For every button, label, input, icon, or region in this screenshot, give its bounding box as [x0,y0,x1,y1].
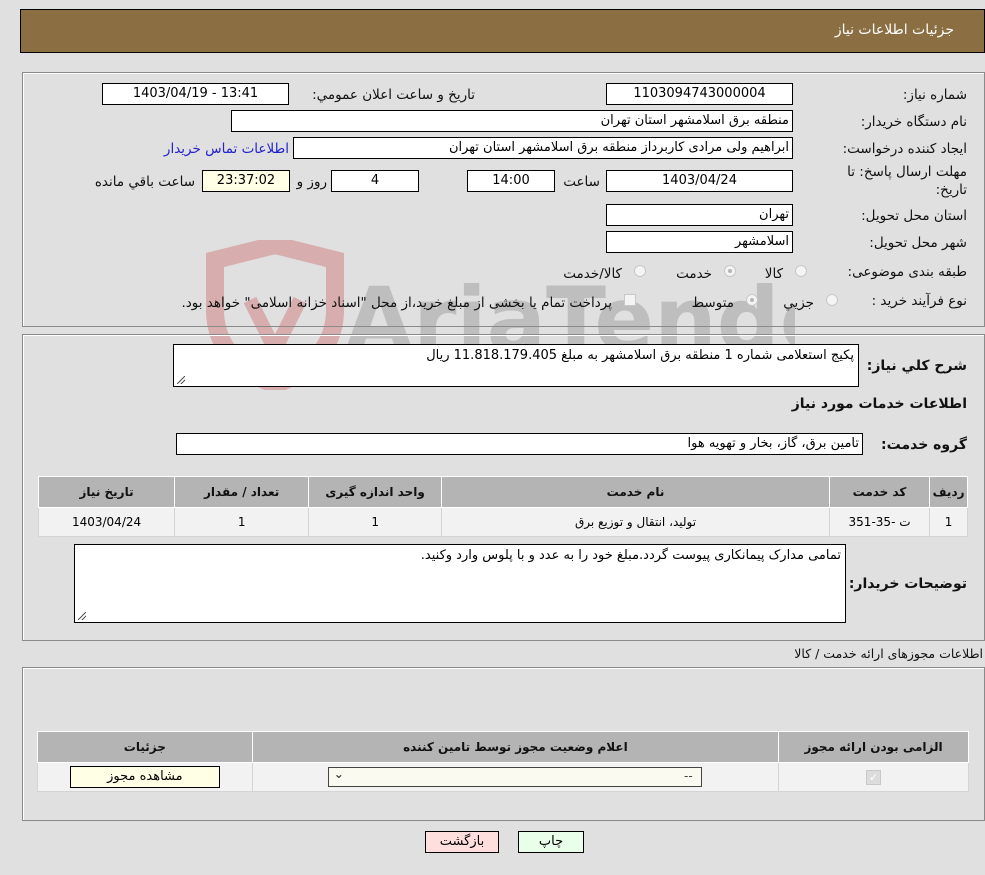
purchase-type-radio-minor[interactable] [826,294,838,306]
treasury-checkbox[interactable] [624,294,636,306]
purchase-type-label: نوع فرآيند خريد : [871,293,967,309]
buyer-org-field: منطقه برق اسلامشهر استان تهران [231,110,793,132]
cell-row-number: 1 [929,507,968,537]
col-permit-details: جزئيات [37,731,253,763]
resize-handle-icon[interactable] [177,376,185,384]
deadline-label-line2: تاريخ: [935,182,967,198]
permits-table-wrap: الزامی بودن ارائه مجوز اعلام وضعيت مجوز … [37,731,969,792]
permits-section-title: اطلاعات مجوزهای ارائه خدمت / کالا [794,646,983,661]
resize-handle-icon[interactable] [78,612,86,620]
chevron-down-icon: ⌄ [333,767,344,781]
cell-permit-status: -- ⌄ [251,762,780,792]
purchase-type-radio-medium[interactable] [746,294,758,306]
print-button[interactable]: چاپ [518,831,584,853]
creator-field: ابراهیم ولی مرادی کاربرداز منطقه برق اسل… [293,137,793,159]
permits-table-header: الزامی بودن ارائه مجوز اعلام وضعيت مجوز … [37,731,969,763]
city-field: اسلامشهر [606,231,793,253]
services-table-wrap: رديف کد خدمت نام خدمت واحد اندازه گيری ت… [37,476,968,537]
back-button[interactable]: بازگشت [425,831,499,853]
category-option-service: خدمت [676,266,712,282]
col-service-name: نام خدمت [441,476,830,508]
buyer-notes-label: توضيحات خريدار: [848,576,967,592]
province-field: تهران [606,204,793,226]
cell-unit: 1 [308,507,443,537]
buyer-org-label: نام دستگاه خريدار: [860,114,967,130]
treasury-note: پرداخت تمام يا بخشی از مبلغ خريد،از محل … [181,295,612,311]
buyer-contact-link[interactable]: اطلاعات تماس خريدار [164,141,289,157]
col-permit-required: الزامی بودن ارائه مجوز [778,731,969,763]
col-row-number: رديف [929,476,968,508]
deadline-time-label: ساعت [563,174,600,190]
remaining-time-label: ساعت باقي مانده [94,174,195,190]
announce-label: تاريخ و ساعت اعلان عمومي: [312,87,475,103]
table-row: 1 ت -35-351 توليد، انتقال و توزيع برق 1 … [37,507,968,537]
announce-datetime-field: 1403/04/19 - 13:41 [102,83,289,105]
buyer-notes-text: تمامی مدارک پیمانکاری پیوست گردد.مبلغ خو… [420,548,841,563]
creator-label: ايجاد کننده درخواست: [842,141,967,157]
view-permit-button[interactable]: مشاهده مجوز [69,766,220,788]
description-textarea[interactable]: پکیج استعلامی شماره 1 منطقه برق اسلامشهر… [173,344,859,387]
days-remaining-field: 4 [331,170,419,192]
city-label: شهر محل تحويل: [869,235,967,251]
service-group-field: تامين برق، گاز، بخار و تهويه هوا [176,433,863,455]
category-option-goods-service: کالا/خدمت [563,266,622,282]
cell-service-code: ت -35-351 [828,507,931,537]
category-radio-goods-service[interactable] [634,265,646,277]
buyer-notes-textarea[interactable]: تمامی مدارک پیمانکاری پیوست گردد.مبلغ خو… [74,544,846,623]
province-label: استان محل تحويل: [861,208,967,224]
cell-permit-details: مشاهده مجوز [37,762,253,792]
deadline-time-field: 14:00 [467,170,555,192]
permits-table: الزامی بودن ارائه مجوز اعلام وضعيت مجوز … [37,731,969,792]
permit-required-checkbox[interactable]: ✓ [866,769,882,785]
days-label: روز و [296,174,327,190]
page-title: جزئیات اطلاعات نیاز [834,22,954,38]
permit-status-value: -- [684,769,693,783]
category-radio-service[interactable] [724,265,736,277]
service-group-label: گروه خدمت: [881,437,967,453]
services-section-title: اطلاعات خدمات مورد نياز [791,396,967,412]
deadline-date-field: 1403/04/24 [606,170,793,192]
purchase-type-option-minor: جزيي [783,295,814,311]
category-option-goods: کالا [764,266,783,282]
purchase-type-option-medium: متوسط [691,295,734,311]
col-need-date: تاريخ نياز [37,476,176,508]
page-header: جزئیات اطلاعات نیاز [20,9,985,53]
category-radio-goods[interactable] [795,265,807,277]
deadline-label-line1: مهلت ارسال پاسخ: تا [847,164,967,180]
col-unit: واحد اندازه گيری [308,476,443,508]
services-table-header: رديف کد خدمت نام خدمت واحد اندازه گيری ت… [37,476,968,508]
permit-status-select[interactable]: -- ⌄ [327,767,702,787]
need-number-field: 1103094743000004 [606,83,793,105]
remaining-time-field: 23:37:02 [202,170,290,192]
table-row: ✓ -- ⌄ مشاهده مجوز [37,762,969,792]
description-text: پکیج استعلامی شماره 1 منطقه برق اسلامشهر… [426,348,854,363]
col-service-code: کد خدمت [828,476,931,508]
cell-service-name: توليد، انتقال و توزيع برق [441,507,830,537]
cell-permit-required: ✓ [778,762,969,792]
category-label: طبقه بندی موضوعی: [847,264,967,280]
cell-quantity: 1 [174,507,310,537]
description-label: شرح کلي نياز: [866,358,967,374]
col-quantity: تعداد / مقدار [174,476,310,508]
need-number-label: شماره نیاز: [902,87,967,103]
services-table: رديف کد خدمت نام خدمت واحد اندازه گيری ت… [37,476,968,537]
col-permit-status: اعلام وضعيت مجوز توسط تامين کننده [251,731,780,763]
cell-need-date: 1403/04/24 [37,507,176,537]
